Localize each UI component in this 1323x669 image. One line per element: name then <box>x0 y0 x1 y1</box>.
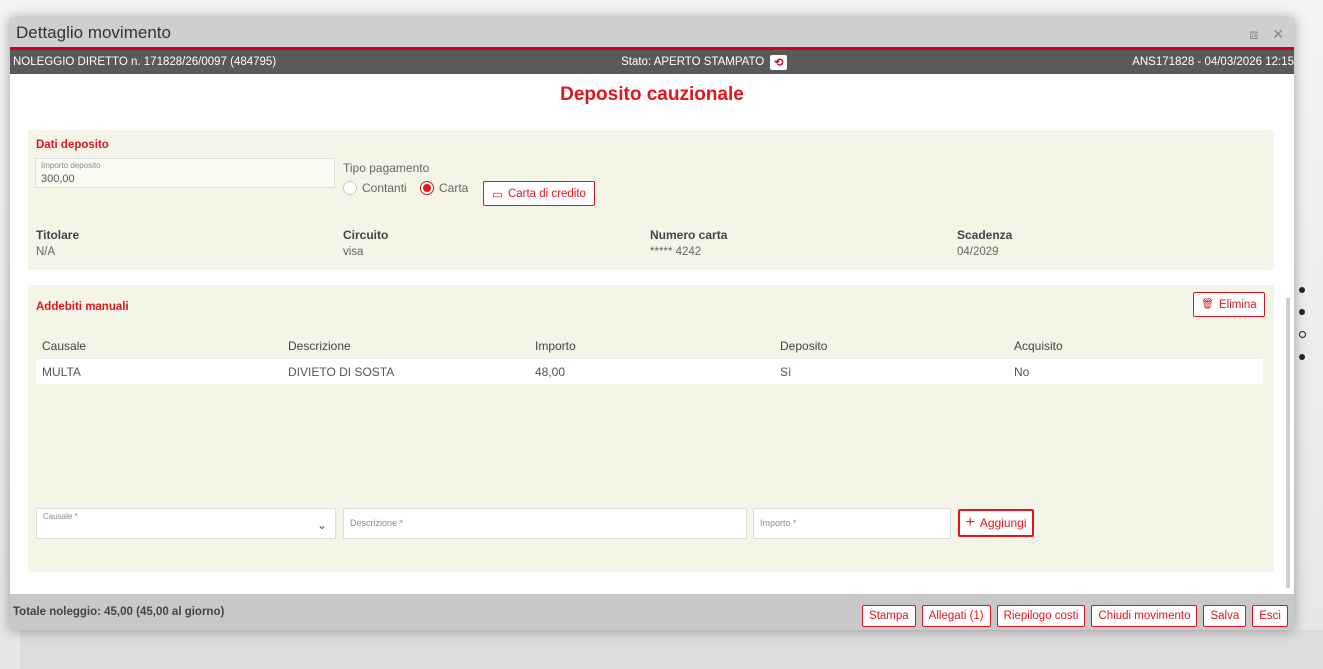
card-number-label: Numero carta <box>650 228 728 242</box>
close-movement-button[interactable]: Chiudi movimento <box>1091 605 1198 627</box>
table-cell: DIVIETO DI SOSTA <box>288 364 395 379</box>
manual-charges-panel: Addebiti manuali 🗑 Elimina Causale Descr… <box>28 285 1274 572</box>
importo-input[interactable]: Importo * <box>753 508 951 539</box>
rental-total: Totale noleggio: 45,00 (45,00 al giorno) <box>13 606 225 618</box>
column-header[interactable]: Descrizione <box>282 339 529 353</box>
step-dot[interactable] <box>1299 354 1305 360</box>
deposit-amount-field[interactable]: Importo deposito 300,00 <box>35 158 335 188</box>
table-cell: Sì <box>780 364 792 379</box>
table-header: Causale Descrizione Importo Deposito Acq… <box>36 333 1263 358</box>
movement-detail-dialog: Dettaglio movimento ⧈ ✕ NOLEGGIO DIRETTO… <box>10 18 1294 630</box>
delete-button-label: Elimina <box>1218 298 1257 311</box>
table-cell: 48,00 <box>535 364 566 379</box>
backdrop-strip <box>20 630 1323 669</box>
holder-label: Titolare <box>36 228 80 242</box>
table-row[interactable]: MULTA DIVIETO DI SOSTA 48,00 Sì No <box>36 358 1263 384</box>
state-indicator: Stato: APERTO STAMPATO ⟲ <box>621 54 788 70</box>
causale-placeholder: Causale * <box>43 512 78 521</box>
exit-button[interactable]: Esci <box>1252 605 1288 627</box>
card-number-value: ***** 4242 <box>650 246 702 258</box>
page-title: Deposito cauzionale <box>560 84 744 105</box>
table-cell: No <box>1014 364 1030 379</box>
payment-option-cash-label: Contanti <box>362 181 407 195</box>
operator-timestamp: ANS171828 - 04/03/2026 12:15 <box>1132 56 1294 68</box>
credit-card-button[interactable]: ▭ Carta di credito <box>483 181 595 206</box>
add-button-label: Aggiungi <box>979 516 1027 530</box>
deposit-panel: Dati deposito Importo deposito 300,00 Ti… <box>28 130 1274 270</box>
rental-number: NOLEGGIO DIRETTO n. 171828/26/0097 (4847… <box>13 56 277 68</box>
dialog-titlebar: Dettaglio movimento ⧈ ✕ <box>10 18 1294 50</box>
importo-placeholder: Importo * <box>760 518 797 528</box>
payment-type-label: Tipo pagamento <box>343 161 430 175</box>
footer-buttons: Stampa Allegati (1) Riepilogo costi Chiu… <box>862 605 1288 627</box>
step-indicator <box>1299 287 1309 376</box>
attachments-button[interactable]: Allegati (1) <box>921 605 991 627</box>
scrollbar[interactable] <box>1286 298 1290 588</box>
cost-summary-button[interactable]: Riepilogo costi <box>996 605 1086 627</box>
credit-card-button-label: Carta di credito <box>507 187 586 200</box>
deposit-amount-value: 300,00 <box>41 173 75 185</box>
chevron-down-icon[interactable]: ⌄ <box>317 518 327 532</box>
print-button[interactable]: Stampa <box>862 605 916 627</box>
expiry-value: 04/2029 <box>957 246 999 258</box>
radio-card-icon[interactable] <box>420 181 434 195</box>
column-header[interactable]: Acquisito <box>1008 339 1263 353</box>
payment-option-card[interactable]: Carta <box>420 181 468 195</box>
step-dot[interactable] <box>1299 287 1305 293</box>
trash-icon: 🗑 <box>1201 299 1214 310</box>
descrizione-placeholder: Descrizione * <box>350 518 404 528</box>
holder-value: N/A <box>36 246 56 258</box>
add-button[interactable]: + Aggiungi <box>958 509 1034 537</box>
expiry-label: Scadenza <box>957 228 1013 242</box>
descrizione-input[interactable]: Descrizione * <box>343 508 747 539</box>
save-button[interactable]: Salva <box>1203 605 1247 627</box>
step-dot[interactable] <box>1299 309 1305 315</box>
payment-option-cash[interactable]: Contanti <box>343 181 407 195</box>
circuit-value: visa <box>343 246 364 258</box>
charges-section-title: Addebiti manuali <box>36 301 129 313</box>
deposit-section-title: Dati deposito <box>36 139 109 151</box>
dialog-title: Dettaglio movimento <box>16 22 171 42</box>
column-header[interactable]: Importo <box>529 339 774 353</box>
charges-table: Causale Descrizione Importo Deposito Acq… <box>36 333 1263 384</box>
state-text: Stato: APERTO STAMPATO <box>621 56 765 68</box>
radio-cash-icon[interactable] <box>343 181 357 195</box>
close-icon[interactable]: ✕ <box>1272 26 1284 43</box>
dialog-footer: Totale noleggio: 45,00 (45,00 al giorno)… <box>10 594 1294 630</box>
step-dot-current[interactable] <box>1299 331 1306 338</box>
causale-select[interactable]: Causale * ⌄ <box>36 508 336 539</box>
restore-icon[interactable]: ⧈ <box>1249 26 1258 43</box>
circuit-label: Circuito <box>343 228 389 242</box>
window-controls: ⧈ ✕ <box>1249 26 1284 43</box>
credit-card-icon: ▭ <box>492 188 503 201</box>
column-header[interactable]: Causale <box>36 339 282 353</box>
delete-button[interactable]: 🗑 Elimina <box>1193 292 1265 317</box>
table-cell: MULTA <box>42 364 81 379</box>
info-bar: NOLEGGIO DIRETTO n. 171828/26/0097 (4847… <box>10 50 1294 74</box>
state-undo-icon[interactable]: ⟲ <box>770 54 788 70</box>
deposit-amount-label: Importo deposito <box>41 161 101 170</box>
plus-icon: + <box>965 514 975 531</box>
column-header[interactable]: Deposito <box>774 339 1008 353</box>
payment-option-card-label: Carta <box>439 181 469 195</box>
